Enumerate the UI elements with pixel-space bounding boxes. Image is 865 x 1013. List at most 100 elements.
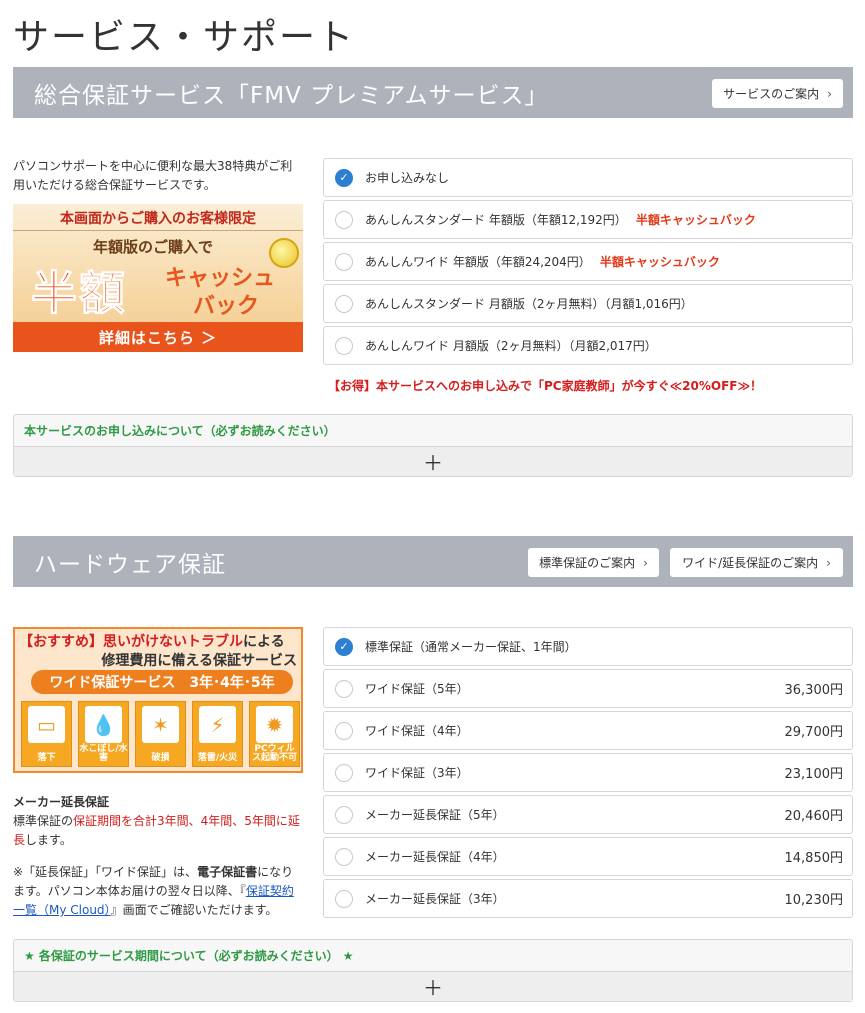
ext-text: します。	[25, 833, 72, 847]
hw-option-wide-4y[interactable]: ワイド保証（4年） 29,700円	[323, 711, 853, 750]
option-label: ワイド保証（4年）	[365, 724, 469, 738]
option-price: 14,850円	[784, 851, 844, 866]
page-title: サービス・サポート	[13, 17, 356, 58]
section-header-hardware: ハードウェア保証 標準保証のご案内 › ワイド/延長保証のご案内 ›	[13, 536, 853, 587]
radio-icon[interactable]	[335, 336, 353, 355]
icon-caption: 落雷/火災	[197, 753, 238, 763]
option-price: 36,300円	[784, 683, 844, 698]
radio-icon[interactable]	[335, 847, 353, 866]
premium-options: ✓ お申し込みなし あんしんスタンダード 年額版（年額12,192円） 半額キャ…	[323, 158, 853, 368]
section-header-premium: 総合保証サービス「FMV プレミアムサービス」 サービスのご案内 ›	[13, 67, 853, 118]
radio-icon[interactable]	[335, 721, 353, 740]
banner-details-link[interactable]: 詳細はこちら ＞	[13, 322, 303, 352]
promo-note: 【お得】本サービスへのお申し込みで「PC家庭教師」が今すぐ≪20%OFF≫！	[328, 379, 763, 393]
note-text: ※「延長保証」「ワイド保証」は、	[13, 865, 198, 879]
section-title: 総合保証サービス「FMV プレミアムサービス」	[34, 82, 549, 109]
banner-back-text: バック	[193, 294, 260, 319]
banner-divider	[13, 230, 303, 231]
option-price: 29,700円	[784, 725, 844, 740]
chevron-right-icon: ›	[826, 555, 831, 570]
radio-icon[interactable]	[335, 210, 353, 229]
banner-half-text: 半額	[31, 266, 127, 321]
hw-option-ext-5y[interactable]: メーカー延長保証（5年） 20,460円	[323, 795, 853, 834]
premium-option-wide-monthly[interactable]: あんしんワイド 月額版（2ヶ月無料）（月額2,017円）	[323, 326, 853, 365]
chevron-right-icon: ›	[827, 86, 832, 101]
water-icon: 💧 水こぼし/水害	[78, 701, 129, 767]
section-title: ハードウェア保証	[34, 551, 226, 578]
lightning-fire-icon: ⚡ 落雷/火災	[192, 701, 243, 767]
hw-option-wide-5y[interactable]: ワイド保証（5年） 36,300円	[323, 669, 853, 708]
headline-rest: による	[243, 634, 285, 650]
hw-option-wide-3y[interactable]: ワイド保証（3年） 23,100円	[323, 753, 853, 792]
option-label: お申し込みなし	[365, 171, 450, 185]
radio-icon[interactable]	[335, 252, 353, 271]
hardware-options: ✓ 標準保証（通常メーカー保証、1年間） ワイド保証（5年） 36,300円 ワ…	[323, 627, 853, 921]
hw-option-standard[interactable]: ✓ 標準保証（通常メーカー保証、1年間）	[323, 627, 853, 666]
expand-plus-icon[interactable]: ＋	[14, 446, 852, 476]
radio-checked-icon[interactable]: ✓	[335, 168, 353, 187]
drop-icon: ▭ 落下	[21, 701, 72, 767]
break-icon: ✶ 破損	[135, 701, 186, 767]
option-price: 20,460円	[784, 809, 844, 824]
warranty-period-accordion[interactable]: ★ 各保証のサービス期間について（必ずお読みください） ★ ＋	[13, 939, 853, 1002]
wide-warranty-banner: 【おすすめ】思いがけないトラブルによる 修理費用に備える保証サービス ワイド保証…	[13, 627, 303, 773]
hw-option-ext-4y[interactable]: メーカー延長保証（4年） 14,850円	[323, 837, 853, 876]
premium-intro-text: パソコンサポートを中心に便利な最大38特典がご利用いただける総合保証サービスです…	[13, 159, 293, 192]
option-label: メーカー延長保証（3年）	[365, 892, 505, 906]
option-label: あんしんワイド 月額版（2ヶ月無料）（月額2,017円）	[365, 339, 657, 353]
option-label: あんしんスタンダード 年額版（年額12,192円）	[365, 213, 627, 227]
trouble-text: 思いがけないトラブル	[103, 634, 243, 650]
accordion-title: 本サービスのお申し込みについて（必ずお読みください）	[24, 424, 336, 438]
premium-option-none[interactable]: ✓ お申し込みなし	[323, 158, 853, 197]
radio-icon[interactable]	[335, 679, 353, 698]
wide-guide-label: ワイド/延長保証のご案内	[682, 556, 819, 570]
cashback-banner[interactable]: 本画面からご購入のお客様限定 年額版のご購入で 半額 キャッシュ バック 詳細は…	[13, 204, 303, 352]
banner-limited-text: 本画面からご購入のお客様限定	[60, 211, 256, 227]
wide-service-pill: ワイド保証サービス 3年･4年･5年	[31, 670, 293, 694]
coverage-icons: ▭ 落下 💧 水こぼし/水害 ✶ 破損 ⚡ 落雷/火災 ✹ PCウィルス起動不可	[21, 701, 300, 767]
cashback-badge: 半額キャッシュバック	[635, 213, 756, 227]
note-bold: 電子保証書	[197, 865, 258, 879]
option-label: ワイド保証（3年）	[365, 766, 469, 780]
extended-warranty-info: メーカー延長保証 標準保証の保証期間を合計3年間、4年間、5年間に延長します。 …	[13, 793, 305, 920]
service-guide-label: サービスのご案内	[723, 87, 820, 101]
note-text: 』画面でご確認いただけます。	[110, 903, 278, 917]
service-guide-button[interactable]: サービスのご案内 ›	[712, 79, 843, 108]
premium-notice-accordion[interactable]: 本サービスのお申し込みについて（必ずお読みください） ＋	[13, 414, 853, 477]
pill-years: 3年･4年･5年	[189, 675, 275, 691]
radio-icon[interactable]	[335, 889, 353, 908]
ext-text: 標準保証の	[13, 814, 74, 828]
ext-title: メーカー延長保証	[13, 795, 110, 809]
virus-icon: ✹ PCウィルス起動不可	[249, 701, 300, 767]
premium-option-standard-monthly[interactable]: あんしんスタンダード 月額版（2ヶ月無料）（月額1,016円）	[323, 284, 853, 323]
option-label: 標準保証（通常メーカー保証、1年間）	[365, 640, 577, 654]
option-price: 10,230円	[784, 893, 844, 908]
option-label: ワイド保証（5年）	[365, 682, 469, 696]
ext-description: 標準保証の保証期間を合計3年間、4年間、5年間に延長します。	[13, 812, 305, 850]
expand-plus-icon[interactable]: ＋	[14, 971, 852, 1001]
premium-option-wide-yearly[interactable]: あんしんワイド 年額版（年額24,204円） 半額キャッシュバック	[323, 242, 853, 281]
icon-caption: PCウィルス起動不可	[251, 744, 297, 763]
radio-icon[interactable]	[335, 805, 353, 824]
radio-icon[interactable]	[335, 294, 353, 313]
option-label: メーカー延長保証（5年）	[365, 808, 505, 822]
ext-note: ※「延長保証」「ワイド保証」は、電子保証書になります。パソコン本体お届けの翌々日…	[13, 863, 305, 920]
accordion-title: ★ 各保証のサービス期間について（必ずお読みください） ★	[24, 949, 354, 963]
radio-checked-icon[interactable]: ✓	[335, 637, 353, 656]
banner-subline: 修理費用に備える保証サービス	[101, 653, 297, 669]
premium-option-standard-yearly[interactable]: あんしんスタンダード 年額版（年額12,192円） 半額キャッシュバック	[323, 200, 853, 239]
icon-caption: 破損	[151, 753, 170, 763]
banner-sub-text: 年額版のご購入で	[93, 238, 214, 256]
standard-guide-label: 標準保証のご案内	[539, 556, 636, 570]
radio-icon[interactable]	[335, 763, 353, 782]
option-label: あんしんスタンダード 月額版（2ヶ月無料）（月額1,016円）	[365, 297, 693, 311]
wide-guide-button[interactable]: ワイド/延長保証のご案内 ›	[670, 548, 843, 577]
icon-caption: 落下	[37, 753, 56, 763]
banner-headline: 【おすすめ】思いがけないトラブルによる	[19, 631, 285, 651]
standard-guide-button[interactable]: 標準保証のご案内 ›	[528, 548, 659, 577]
cashback-badge: 半額キャッシュバック	[599, 255, 720, 269]
hw-option-ext-3y[interactable]: メーカー延長保証（3年） 10,230円	[323, 879, 853, 918]
pill-label: ワイド保証サービス	[49, 675, 176, 691]
chevron-right-icon: ›	[643, 555, 648, 570]
option-label: メーカー延長保証（4年）	[365, 850, 505, 864]
